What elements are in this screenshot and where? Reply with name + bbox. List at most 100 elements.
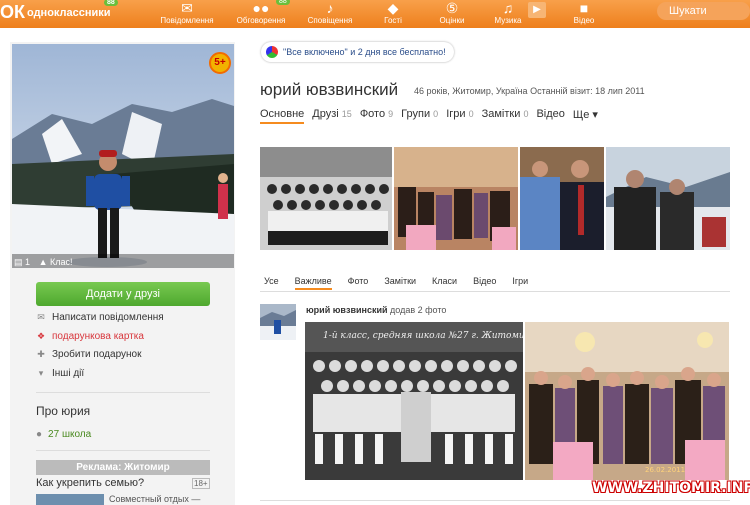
school-link[interactable]: ● 27 школа xyxy=(36,429,91,440)
nav-label: Гості xyxy=(384,16,402,25)
ad-header: Реклама: Житомир xyxy=(36,460,210,475)
feed-tab-notes[interactable]: Замітки xyxy=(384,276,416,290)
feed-author-avatar[interactable] xyxy=(260,304,296,340)
site-logo[interactable]: ОК одноклассники 88 xyxy=(0,0,118,23)
photo-caption: 1-й класс, средняя школа №27 г. Житомир xyxy=(323,331,523,341)
tab-label: Фото xyxy=(359,108,386,120)
tab-count: 0 xyxy=(523,109,529,119)
tab-photos[interactable]: Фото 9 xyxy=(360,108,393,124)
profile-avatar[interactable]: 5+ ▤ 1 ▲ Клас! xyxy=(12,44,234,268)
ad-teaser[interactable]: Совместный отдых — xyxy=(109,494,200,504)
feed-tab-important[interactable]: Важливе xyxy=(294,276,332,290)
logo-text: одноклассники xyxy=(27,6,111,19)
tab-label: Друзі xyxy=(312,108,339,120)
feed-tab-likes[interactable]: Класи xyxy=(432,276,457,290)
promo-banner[interactable]: "Все включено" и 2 дня все бесплатно! xyxy=(261,42,454,62)
profile-name: юрий ювзвинский xyxy=(260,80,399,99)
tab-more[interactable]: Ще ▾ xyxy=(573,108,598,124)
two-men-photo-image xyxy=(520,147,604,250)
nav-video[interactable]: ■ Відео xyxy=(549,0,619,25)
add-friend-button[interactable]: Додати у друзі xyxy=(36,282,210,306)
make-gift-link[interactable]: ✚ Зробити подарунок xyxy=(36,349,141,360)
chevron-down-icon: ▾ xyxy=(38,368,44,378)
tab-groups[interactable]: Групи 0 xyxy=(401,108,438,124)
like-button[interactable]: Клас! xyxy=(50,257,73,267)
tab-count: 0 xyxy=(433,109,439,119)
feed-filter-tabs: Усе Важливе Фото Замітки Класи Відео Ігр… xyxy=(264,276,544,290)
tab-count: 9 xyxy=(388,109,394,119)
promo-text: "Все включено" и 2 дня все бесплатно! xyxy=(283,47,446,57)
feed-tab-games[interactable]: Ігри xyxy=(512,276,528,290)
tab-label: Відео xyxy=(536,108,565,120)
class-photo-image xyxy=(260,147,392,250)
feed-tab-video[interactable]: Відео xyxy=(473,276,496,290)
tab-main[interactable]: Основне xyxy=(260,108,305,124)
like-icon: ▲ xyxy=(38,257,48,267)
gift-card-icon: ❖ xyxy=(36,331,46,341)
divider xyxy=(260,500,730,501)
logo-badge: 88 xyxy=(104,0,118,6)
tab-video[interactable]: Відео xyxy=(536,108,564,124)
ad-question[interactable]: Как укрепить семью? xyxy=(36,477,144,489)
feed-tab-photos[interactable]: Фото xyxy=(348,276,369,290)
group-photo-image xyxy=(394,147,518,250)
nav-label: Обговорення xyxy=(236,16,286,25)
photo-thumbnail[interactable] xyxy=(394,147,518,250)
site-watermark: WWW.ZHITOMIR.INFO xyxy=(592,480,750,496)
divider xyxy=(260,291,730,292)
nav-label: Відео xyxy=(573,16,595,25)
photo-thumbnail[interactable] xyxy=(606,147,730,250)
party-photo-large-image: 26.02.2011 xyxy=(525,322,729,480)
nav-label: Повідомлення xyxy=(160,16,214,25)
tab-label: Ігри xyxy=(446,108,466,120)
discussions-count-badge: 88 xyxy=(276,0,290,5)
promo-icon xyxy=(266,46,278,58)
write-message-link[interactable]: ✉ Написати повідомлення xyxy=(36,312,164,323)
nav-label: Оцінки xyxy=(439,16,465,25)
nav-messages[interactable]: ✉ Повідомлення xyxy=(152,0,222,25)
about-title: Про юрия xyxy=(36,404,91,418)
feed-photo[interactable]: 1-й класс, средняя школа №27 г. Житомир xyxy=(305,322,523,480)
tab-notes[interactable]: Замітки 0 xyxy=(482,108,529,124)
ad-image[interactable] xyxy=(36,494,104,505)
gift-card-link[interactable]: ❖ подарункова картка xyxy=(36,331,144,342)
photo-thumbnail[interactable] xyxy=(520,147,604,250)
nav-notifications[interactable]: ♪ Сповіщення xyxy=(295,0,365,25)
tab-friends[interactable]: Друзі 15 xyxy=(312,108,352,124)
nav-label: Сповіщення xyxy=(307,16,353,25)
ok-logo-icon: ОК xyxy=(0,2,25,22)
envelope-icon: ✉ xyxy=(181,0,193,16)
graduation-icon: ● xyxy=(36,429,43,440)
search-input[interactable]: Шукати xyxy=(657,2,750,20)
rating-badge[interactable]: 5+ xyxy=(209,52,231,74)
feed-action: додав 2 фото xyxy=(390,305,447,315)
tab-count: 15 xyxy=(341,109,352,119)
video-camera-icon: ■ xyxy=(579,0,589,16)
divider xyxy=(36,392,210,393)
tab-count: 0 xyxy=(468,109,474,119)
envelope-icon: ✉ xyxy=(37,312,45,322)
profile-tabs: Основне Друзі 15 Фото 9 Групи 0 Ігри 0 З… xyxy=(260,108,606,124)
action-label: Зробити подарунок xyxy=(52,349,142,360)
tab-label: Основне xyxy=(260,108,305,120)
comment-icon: ▤ xyxy=(14,257,23,267)
tab-games[interactable]: Ігри 0 xyxy=(446,108,473,124)
school-label: 27 школа xyxy=(48,429,92,440)
nav-label: Музика xyxy=(494,16,522,25)
play-icon[interactable]: ▶ xyxy=(528,2,546,18)
photo-thumbnail[interactable] xyxy=(260,147,392,250)
nav-discussions[interactable]: ●● 88 Обговорення xyxy=(226,0,296,25)
profile-meta: 46 років, Житомир, Україна Останній візи… xyxy=(414,86,645,96)
divider xyxy=(36,450,210,451)
other-actions-link[interactable]: ▾ Інші дії xyxy=(36,368,84,379)
feed-author-name[interactable]: юрий ювзвинский xyxy=(306,305,388,315)
feed-tab-all[interactable]: Усе xyxy=(264,276,279,290)
action-label: подарункова картка xyxy=(52,331,144,342)
comments-count[interactable]: 1 xyxy=(25,257,30,267)
class-photo-large-image: 1-й класс, средняя школа №27 г. Житомир xyxy=(305,322,523,480)
feed-photo[interactable]: 26.02.2011 xyxy=(525,322,729,480)
action-label: Написати повідомлення xyxy=(52,312,164,323)
avatar-stats: ▤ 1 ▲ Клас! xyxy=(14,257,73,268)
tab-label: Замітки xyxy=(481,108,521,120)
avatar-photo xyxy=(260,304,296,340)
